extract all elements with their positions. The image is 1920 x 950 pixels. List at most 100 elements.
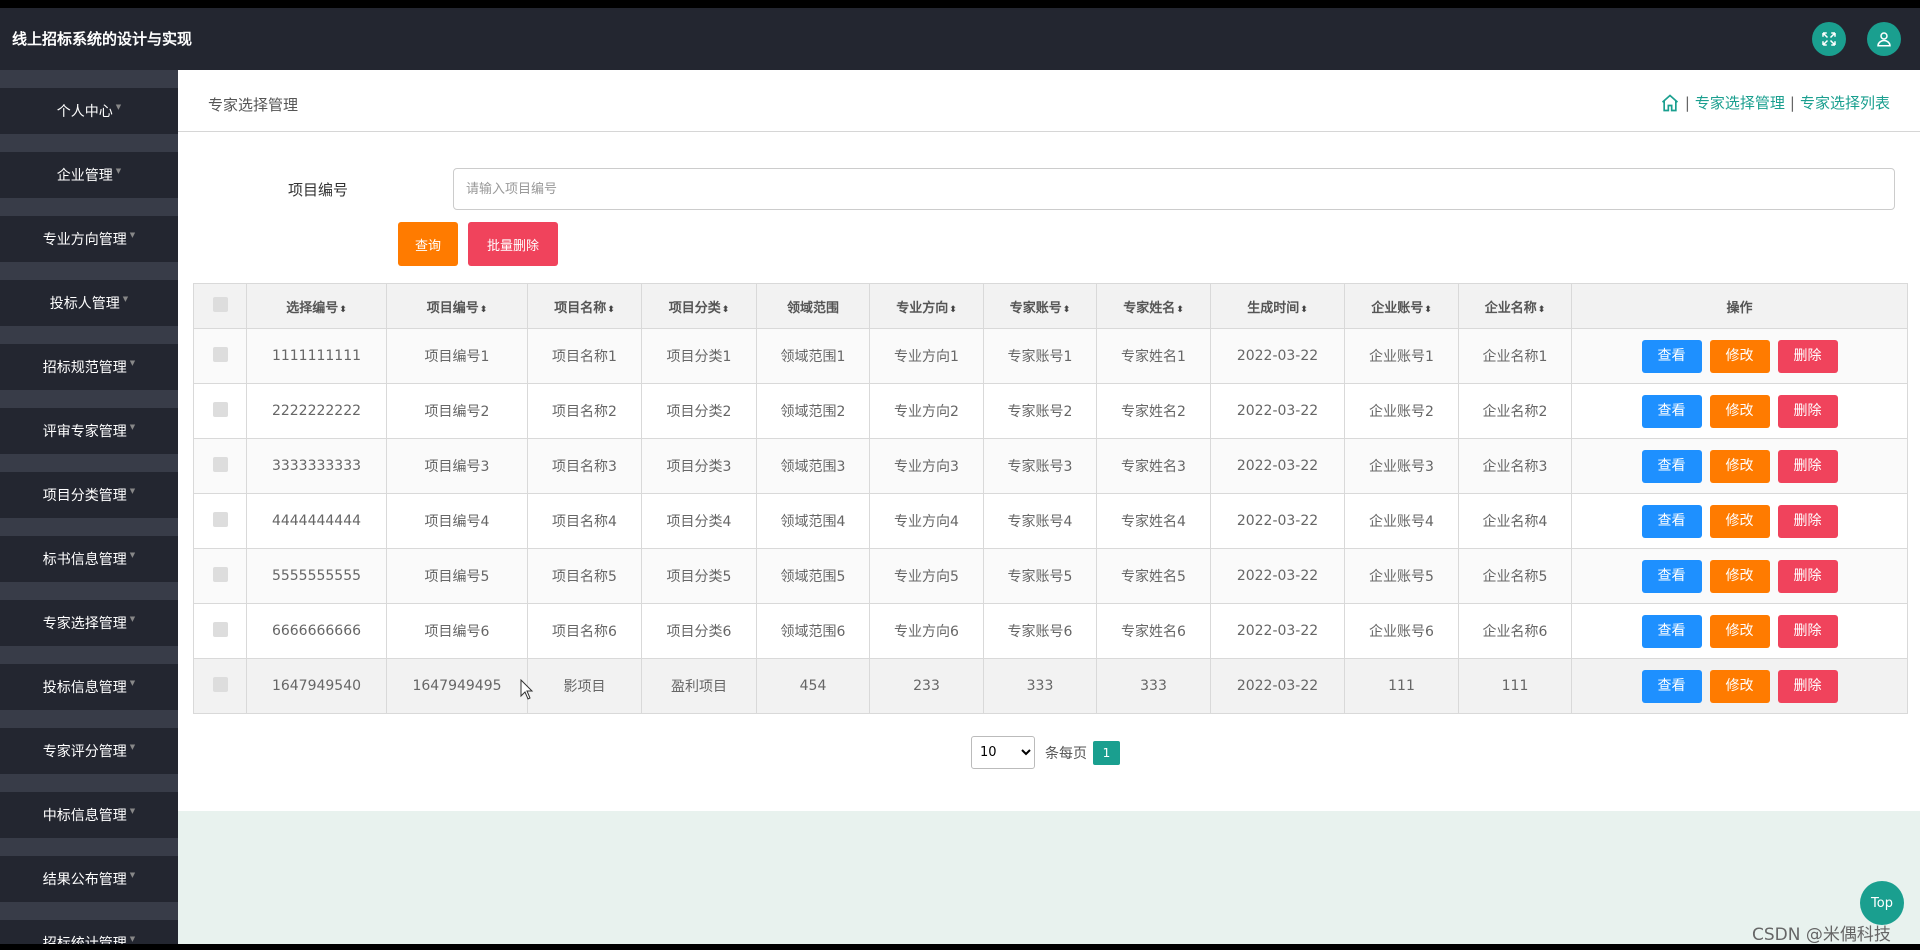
column-header-label: 专家姓名 [1123,300,1176,316]
table-cell: 专业方向4 [869,493,984,549]
row-checkbox[interactable] [212,401,228,417]
table-cell: 项目名称2 [527,383,642,439]
caret-down-icon: ▼ [129,487,136,495]
view-button[interactable]: 查看 [1641,394,1702,428]
view-button[interactable]: 查看 [1641,669,1702,703]
sidebar-item[interactable]: 专家选择管理 ▼ [0,600,178,646]
breadcrumb-item-1[interactable]: 专家选择管理 [1695,92,1785,113]
project-number-input[interactable] [453,168,1895,210]
sidebar-item[interactable]: 结果公布管理 ▼ [0,856,178,902]
sidebar-item[interactable]: 标书信息管理 ▼ [0,536,178,582]
sidebar-item[interactable]: 专家评分管理 ▼ [0,728,178,774]
breadcrumb-item-2[interactable]: 专家选择列表 [1800,92,1890,113]
table-cell: 专家账号5 [983,548,1097,604]
sidebar-item[interactable]: 投标信息管理 ▼ [0,664,178,710]
sidebar-item[interactable]: 专业方向管理 ▼ [0,216,178,262]
sidebar-item-label: 专家选择管理 [42,616,127,632]
user-button[interactable] [1867,22,1901,56]
sidebar-item[interactable]: 企业管理 ▼ [0,152,178,198]
edit-button[interactable]: 修改 [1709,394,1770,428]
caret-down-icon: ▼ [129,679,136,687]
row-checkbox[interactable] [212,456,228,472]
caret-down-icon: ▼ [129,807,136,815]
home-icon[interactable] [1660,93,1680,113]
view-button[interactable]: 查看 [1641,559,1702,593]
column-header[interactable]: 项目名称⬍ [527,283,642,329]
delete-button[interactable]: 删除 [1777,669,1838,703]
column-header[interactable]: 专业方向⬍ [869,283,984,329]
caret-down-icon: ▼ [122,295,129,303]
row-checkbox[interactable] [212,621,228,637]
table-cell: 项目编号1 [386,328,528,384]
table-row: 6666666666 项目编号6 项目名称6 项目分类6 领域范围6 专业方向6 专家账号6… [193,603,1908,659]
delete-button[interactable]: 删除 [1777,339,1838,373]
sidebar-item[interactable]: 个人中心 ▼ [0,88,178,134]
table-cell: 项目名称4 [527,493,642,549]
column-header-label: 项目名称 [554,300,607,316]
sidebar-item-label: 招标规范管理 [42,360,127,376]
row-select-cell [193,383,247,439]
sidebar-item[interactable]: 中标信息管理 ▼ [0,792,178,838]
edit-button[interactable]: 修改 [1709,449,1770,483]
delete-button[interactable]: 删除 [1777,504,1838,538]
view-button[interactable]: 查看 [1641,449,1702,483]
column-header[interactable]: 企业名称⬍ [1458,283,1572,329]
delete-button[interactable]: 删除 [1777,394,1838,428]
sort-icon[interactable]: ⬍ [722,305,730,315]
view-button[interactable]: 查看 [1641,504,1702,538]
column-header[interactable]: 专家姓名⬍ [1096,283,1211,329]
back-to-top-button[interactable]: Top [1860,881,1904,925]
sidebar-item[interactable]: 招标统计管理 ▼ [0,920,178,944]
sidebar-item[interactable]: 评审专家管理 ▼ [0,408,178,454]
column-header[interactable]: 生成时间⬍ [1210,283,1345,329]
row-checkbox[interactable] [212,346,228,362]
row-checkbox[interactable] [212,676,228,692]
sort-icon[interactable]: ⬍ [480,305,488,315]
column-header[interactable]: 项目编号⬍ [386,283,528,329]
delete-button[interactable]: 删除 [1777,559,1838,593]
table-cell: 企业账号4 [1344,493,1459,549]
table-cell: 影项目 [527,658,642,714]
edit-button[interactable]: 修改 [1709,559,1770,593]
delete-button[interactable]: 删除 [1777,449,1838,483]
edit-button[interactable]: 修改 [1709,614,1770,648]
delete-button[interactable]: 删除 [1777,614,1838,648]
search-label: 项目编号 [288,181,349,199]
row-select-cell [193,548,247,604]
sort-icon[interactable]: ⬍ [1063,305,1071,315]
sidebar-item[interactable]: 项目分类管理 ▼ [0,472,178,518]
page-size-select[interactable]: 10 [971,736,1035,769]
query-button[interactable]: 查询 [398,222,458,266]
view-button[interactable]: 查看 [1641,339,1702,373]
sort-icon[interactable]: ⬍ [1538,305,1546,315]
column-header[interactable]: 企业账号⬍ [1344,283,1459,329]
sort-icon[interactable]: ⬍ [1424,305,1432,315]
column-header[interactable]: 专家账号⬍ [983,283,1097,329]
sort-icon[interactable]: ⬍ [339,305,347,315]
user-icon [1877,32,1891,47]
view-button[interactable]: 查看 [1641,614,1702,648]
column-header[interactable]: 选择编号⬍ [246,283,387,329]
edit-button[interactable]: 修改 [1709,669,1770,703]
sort-icon[interactable]: ⬍ [607,305,615,315]
column-header[interactable]: 项目分类⬍ [641,283,757,329]
select-all-checkbox[interactable] [212,296,228,312]
table-cell: 专家账号1 [983,328,1097,384]
edit-button[interactable]: 修改 [1709,504,1770,538]
sort-icon[interactable]: ⬍ [949,305,957,315]
page-number-1[interactable]: 1 [1093,740,1120,765]
row-checkbox[interactable] [212,566,228,582]
sidebar-item[interactable]: 招标规范管理 ▼ [0,344,178,390]
table-cell: 项目编号5 [386,548,528,604]
edit-button[interactable]: 修改 [1709,339,1770,373]
fullscreen-button[interactable] [1812,22,1846,56]
sidebar-item[interactable]: 投标人管理 ▼ [0,280,178,326]
row-checkbox[interactable] [212,511,228,527]
sort-icon[interactable]: ⬍ [1176,305,1184,315]
batch-delete-button[interactable]: 批量删除 [468,222,558,266]
table-cell: 专业方向2 [869,383,984,439]
table-cell: 领域范围3 [756,438,870,494]
caret-down-icon: ▼ [115,167,122,175]
table-cell: 2022-03-22 [1210,658,1345,714]
sort-icon[interactable]: ⬍ [1300,305,1308,315]
